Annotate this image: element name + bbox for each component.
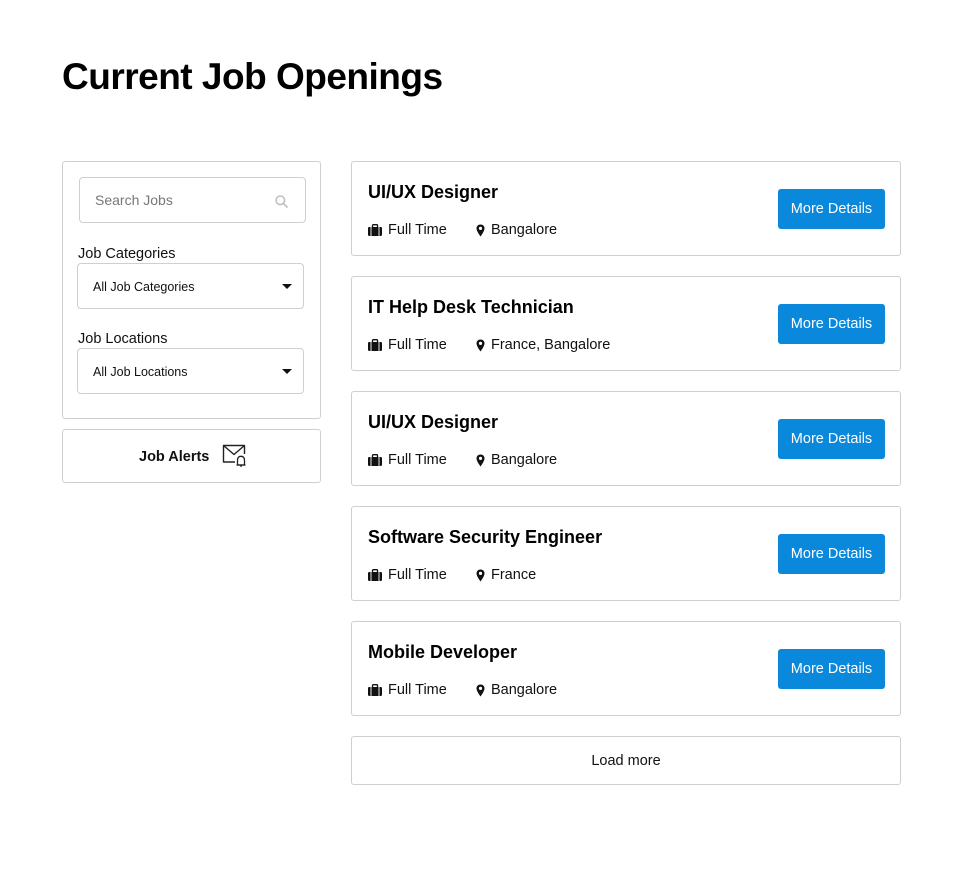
job-card: Mobile Developer Full Time Bangalore Mor… [351,621,901,716]
more-details-button[interactable]: More Details [778,649,885,689]
job-alerts-button[interactable]: Job Alerts [62,429,321,483]
briefcase-icon [368,684,382,696]
job-title: Software Security Engineer [368,527,603,547]
job-location-label: Bangalore [491,452,558,468]
job-type: Full Time [368,222,447,238]
map-pin-icon [476,339,485,351]
job-location-label: France [491,567,537,583]
briefcase-icon [368,224,382,236]
chevron-down-icon [282,284,292,289]
job-location-label: France, Bangalore [491,337,611,353]
more-details-button[interactable]: More Details [778,419,885,459]
job-type: Full Time [368,452,447,468]
locations-select[interactable]: All Job Locations [77,348,304,394]
job-card: UI/UX Designer Full Time Bangalore More … [351,391,901,486]
job-location-label: Bangalore [491,222,558,238]
job-card: Software Security Engineer Full Time Fra… [351,506,901,601]
search-box[interactable] [79,177,306,223]
job-title: UI/UX Designer [368,412,499,432]
map-pin-icon [476,569,485,581]
job-type-label: Full Time [388,222,447,238]
job-type-label: Full Time [388,452,447,468]
job-location: Bangalore [476,452,557,468]
job-type-label: Full Time [388,567,447,583]
job-location: France, Bangalore [476,337,610,353]
categories-select[interactable]: All Job Categories [77,263,304,309]
job-type-label: Full Time [388,337,447,353]
job-type: Full Time [368,682,447,698]
briefcase-icon [368,454,382,466]
filter-panel: Job Categories All Job Categories Job Lo… [62,161,321,419]
job-title: IT Help Desk Technician [368,297,574,317]
job-location-label: Bangalore [491,682,558,698]
map-pin-icon [476,454,485,466]
categories-selected-value: All Job Categories [93,280,195,294]
job-type: Full Time [368,567,447,583]
job-location: Bangalore [476,682,557,698]
job-title: Mobile Developer [368,642,518,662]
job-type: Full Time [368,337,447,353]
page-title: Current Job Openings [62,56,443,97]
map-pin-icon [476,224,485,236]
job-card: IT Help Desk Technician Full Time France… [351,276,901,371]
more-details-button[interactable]: More Details [778,189,885,229]
search-icon[interactable] [275,195,288,208]
more-details-button[interactable]: More Details [778,534,885,574]
map-pin-icon [476,684,485,696]
categories-label: Job Categories [78,246,176,262]
job-location: France [476,567,536,583]
briefcase-icon [368,569,382,581]
job-location: Bangalore [476,222,557,238]
mail-bell-icon [222,444,246,467]
job-title: UI/UX Designer [368,182,499,202]
locations-selected-value: All Job Locations [93,365,188,379]
job-card: UI/UX Designer Full Time Bangalore More … [351,161,901,256]
search-input[interactable] [80,178,305,222]
job-type-label: Full Time [388,682,447,698]
briefcase-icon [368,339,382,351]
chevron-down-icon [282,369,292,374]
more-details-button[interactable]: More Details [778,304,885,344]
locations-label: Job Locations [78,331,168,347]
job-alerts-label: Job Alerts [139,449,210,465]
load-more-button[interactable]: Load more [351,736,901,785]
